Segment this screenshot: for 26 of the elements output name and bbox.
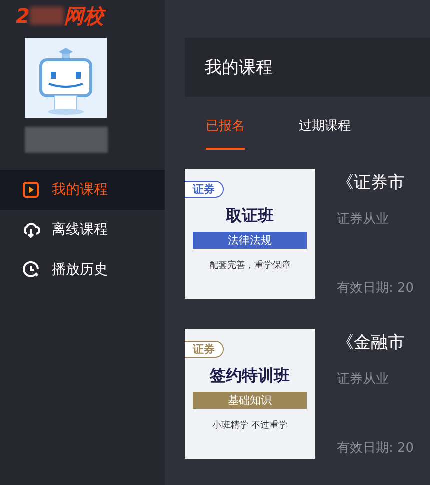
course-cover[interactable]: 证券 签约特训班 基础知识 小班精学 不过重学 [185,329,315,459]
logo: 2 网校 [16,5,165,27]
course-cover[interactable]: 证券 取证班 法律法规 配套完善，重学保障 [185,169,315,299]
tab[interactable]: 已报名 [206,117,245,150]
clock-icon [22,261,40,279]
sidebar-item[interactable]: 我的课程 [0,170,165,210]
cloud-download-icon [22,221,40,239]
cover-tag: 证券 [185,341,224,358]
page-title: 我的课程 [205,57,273,79]
sidebar-item[interactable]: 离线课程 [0,210,165,250]
course-title[interactable]: 《金融市 [337,331,414,354]
cover-heading: 取证班 [226,206,274,227]
cover-subject: 法律法规 [193,232,307,249]
validity-date: 有效日期: 20 [337,280,414,297]
cover-heading: 签约特训班 [210,366,290,387]
validity-date: 有效日期: 20 [337,440,414,457]
cover-tag: 证券 [185,181,224,198]
cover-slogan: 配套完善，重学保障 [210,259,290,272]
course-category: 证券从业 [337,211,390,228]
cover-subject: 基础知识 [193,392,307,409]
course-category: 证券从业 [337,371,390,388]
course-title[interactable]: 《证券市 [337,171,414,194]
tab[interactable]: 过期课程 [299,117,351,150]
cover-slogan: 小班精学 不过重学 [212,420,288,432]
play-icon [22,181,40,199]
sidebar-item[interactable]: 播放历史 [0,250,165,290]
